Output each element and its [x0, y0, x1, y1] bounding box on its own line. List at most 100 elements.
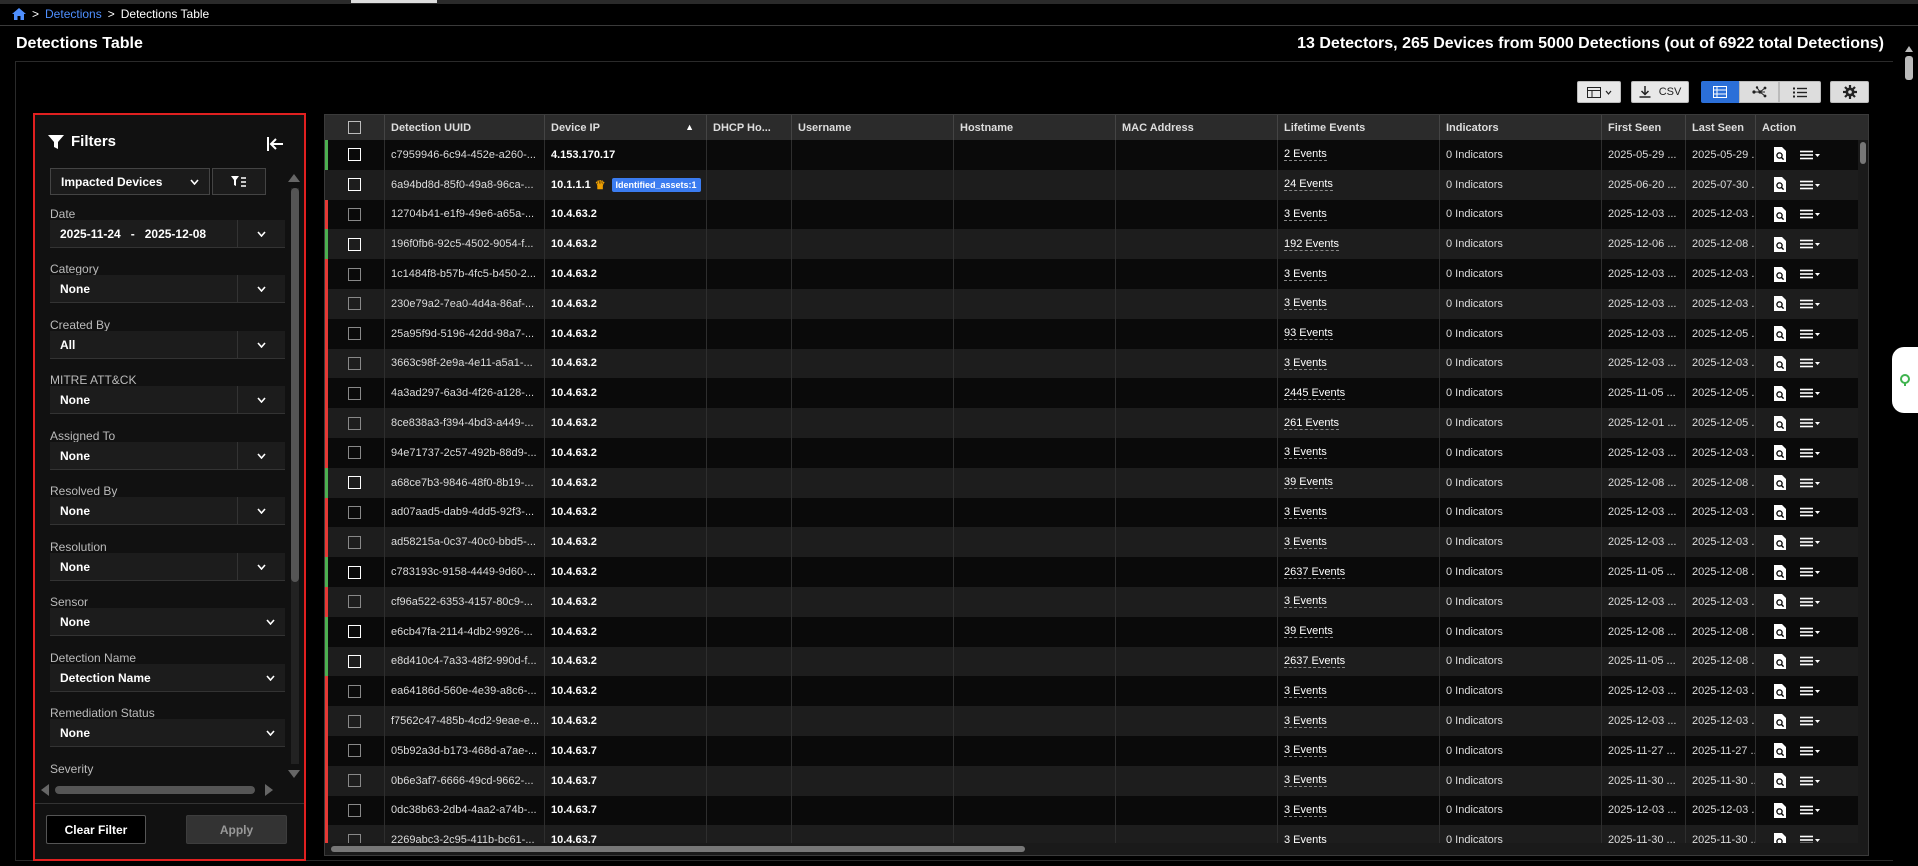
lifetime-events-link[interactable]: 192 Events	[1284, 238, 1340, 251]
scroll-up-icon[interactable]	[1905, 46, 1913, 52]
settings-button[interactable]	[1830, 81, 1869, 103]
lifetime-events-link[interactable]: 2 Events	[1284, 148, 1327, 162]
document-search-icon[interactable]	[1774, 653, 1786, 669]
row-checkbox[interactable]	[348, 237, 361, 251]
document-search-icon[interactable]	[1774, 206, 1786, 222]
lifetime-events-link[interactable]: 2637 Events	[1284, 655, 1346, 668]
column-header[interactable]: Indicators	[1440, 115, 1602, 140]
row-checkbox[interactable]	[348, 476, 361, 490]
table-row[interactable]: 05b92a3d-b173-468d-a7ae-... 10.4.63.7 3 Ev…	[325, 735, 1868, 766]
document-search-icon[interactable]	[1774, 355, 1786, 371]
home-icon[interactable]	[12, 8, 26, 20]
chevron-down-icon[interactable]	[238, 507, 285, 514]
document-search-icon[interactable]	[1774, 683, 1786, 699]
filter-select[interactable]: None	[50, 553, 285, 581]
row-menu-icon[interactable]	[1800, 329, 1820, 339]
row-checkbox[interactable]	[348, 744, 361, 758]
row-checkbox[interactable]	[348, 505, 361, 519]
lifetime-events-link[interactable]: 3 Events	[1284, 804, 1327, 817]
scroll-right-icon[interactable]	[265, 784, 273, 796]
document-search-icon[interactable]	[1774, 743, 1786, 759]
table-horizontal-scrollbar[interactable]	[325, 843, 1868, 855]
row-checkbox[interactable]	[348, 356, 361, 370]
lifetime-events-link[interactable]: 3 Events	[1284, 744, 1327, 758]
row-checkbox[interactable]	[348, 535, 361, 549]
row-menu-icon[interactable]	[1800, 269, 1820, 279]
row-checkbox[interactable]	[348, 267, 361, 281]
document-search-icon[interactable]	[1774, 236, 1786, 252]
scroll-thumb[interactable]	[1860, 142, 1866, 164]
table-row[interactable]: 0b6e3af7-6666-49cd-9662-... 10.4.63.7 3 Ev…	[325, 765, 1868, 796]
column-header[interactable]: DHCP Ho...	[707, 115, 792, 140]
lifetime-events-link[interactable]: 3 Events	[1284, 536, 1327, 549]
graph-view-button[interactable]	[1739, 81, 1779, 103]
table-row[interactable]: a68ce7b3-9846-48f0-8b19-... 10.4.63.2 39 E…	[325, 467, 1868, 498]
asset-tag[interactable]: Identified_assets:1	[611, 177, 701, 192]
column-layout-button[interactable]	[1577, 81, 1621, 103]
filter-select[interactable]: 2025-11-24 - 2025-12-08	[50, 220, 285, 248]
filter-options-button[interactable]	[212, 168, 266, 195]
row-menu-icon[interactable]	[1800, 448, 1820, 458]
chevron-down-icon[interactable]	[255, 618, 285, 625]
document-search-icon[interactable]	[1774, 326, 1786, 342]
chevron-down-icon[interactable]	[255, 674, 285, 681]
table-row[interactable]: f7562c47-485b-4cd2-9eae-e... 10.4.63.2 3 E…	[325, 706, 1868, 736]
lifetime-events-link[interactable]: 3 Events	[1284, 208, 1327, 221]
document-search-icon[interactable]	[1774, 594, 1786, 610]
table-row[interactable]: 0dc38b63-2db4-4aa2-a74b-... 10.4.63.7 3 Ev…	[325, 795, 1868, 826]
export-csv-button[interactable]: CSV	[1631, 81, 1689, 103]
apply-button[interactable]: Apply	[186, 815, 287, 844]
scroll-thumb[interactable]	[55, 786, 255, 794]
scroll-up-icon[interactable]	[288, 174, 300, 182]
filter-select[interactable]: None	[50, 719, 285, 747]
filters-vertical-scrollbar[interactable]	[287, 170, 301, 782]
view-mode-select[interactable]: Impacted Devices	[50, 168, 210, 195]
row-menu-icon[interactable]	[1800, 150, 1820, 160]
lifetime-events-link[interactable]: 3 Events	[1284, 268, 1327, 281]
sort-ascending-icon[interactable]: ▲	[685, 122, 694, 132]
page-scroll-thumb[interactable]	[1905, 56, 1913, 80]
lifetime-events-link[interactable]: 3 Events	[1284, 715, 1327, 728]
lifetime-events-link[interactable]: 39 Events	[1284, 476, 1333, 490]
table-row[interactable]: 4a3ad297-6a3d-4f26-a128-... 10.4.63.2 2445…	[325, 378, 1868, 409]
chevron-down-icon[interactable]	[238, 230, 285, 237]
lifetime-events-link[interactable]: 3 Events	[1284, 357, 1327, 370]
active-tab-indicator[interactable]	[351, 0, 437, 3]
collapse-panel-icon[interactable]	[266, 136, 284, 152]
table-vertical-scrollbar[interactable]	[1858, 140, 1868, 844]
list-view-button[interactable]	[1779, 81, 1821, 103]
document-search-icon[interactable]	[1774, 713, 1786, 729]
filter-select[interactable]: None	[50, 386, 285, 414]
table-view-button[interactable]	[1701, 81, 1739, 103]
table-row[interactable]: c7959946-6c94-452e-a260-... 4.153.170.17 2…	[325, 140, 1868, 170]
document-search-icon[interactable]	[1774, 147, 1786, 163]
filter-select[interactable]: None	[50, 608, 285, 636]
table-row[interactable]: ad07aad5-dab9-4dd5-92f3-... 10.4.63.2 3 Ev…	[325, 497, 1868, 528]
side-drawer-tab[interactable]	[1892, 347, 1918, 413]
row-menu-icon[interactable]	[1800, 776, 1820, 786]
row-checkbox[interactable]	[348, 684, 361, 698]
column-header[interactable]: Username	[792, 115, 954, 140]
table-row[interactable]: e8d410c4-7a33-48f2-990d-f... 10.4.63.2 263…	[325, 646, 1868, 677]
chevron-down-icon[interactable]	[238, 285, 285, 292]
row-menu-icon[interactable]	[1800, 507, 1820, 517]
row-checkbox[interactable]	[348, 327, 361, 341]
lifetime-events-link[interactable]: 24 Events	[1284, 178, 1333, 192]
page-scrollbar[interactable]	[1902, 26, 1916, 866]
document-search-icon[interactable]	[1774, 802, 1786, 818]
table-row[interactable]: 230e79a2-7ea0-4d4a-86af-... 10.4.63.2 3 Ev…	[325, 288, 1868, 319]
document-search-icon[interactable]	[1774, 475, 1786, 491]
chevron-down-icon[interactable]	[238, 563, 285, 570]
row-menu-icon[interactable]	[1800, 478, 1820, 488]
row-checkbox[interactable]	[348, 654, 361, 668]
column-header[interactable]: Device IP ▲	[545, 115, 707, 140]
clear-filter-button[interactable]: Clear Filter	[46, 815, 146, 844]
filter-select[interactable]: All	[50, 331, 285, 359]
table-row[interactable]: 12704b41-e1f9-49e6-a65a-... 10.4.63.2 3 Ev…	[325, 199, 1868, 230]
document-search-icon[interactable]	[1774, 385, 1786, 401]
document-search-icon[interactable]	[1774, 296, 1786, 312]
row-menu-icon[interactable]	[1800, 686, 1820, 696]
scroll-thumb[interactable]	[291, 188, 299, 582]
row-menu-icon[interactable]	[1800, 597, 1820, 607]
filter-select[interactable]: None	[50, 275, 285, 303]
